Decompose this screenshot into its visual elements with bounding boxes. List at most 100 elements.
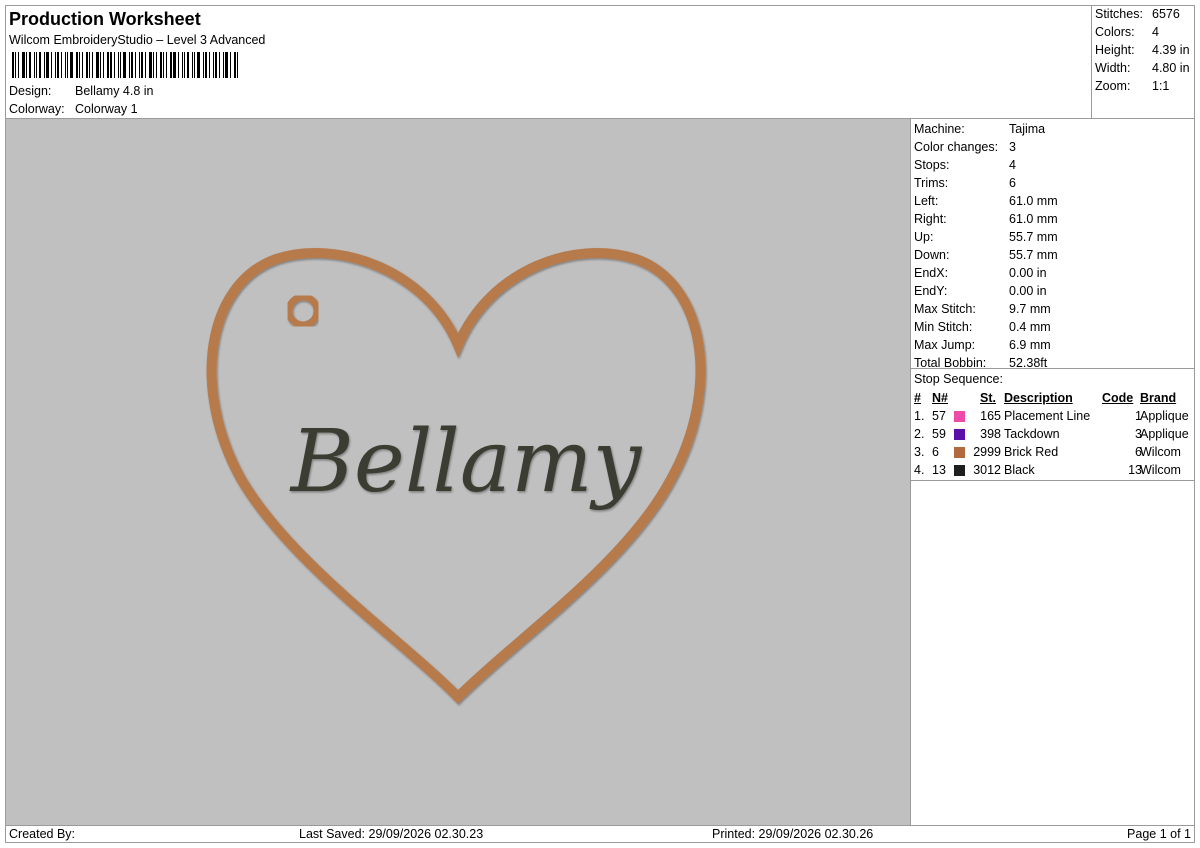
info-value: 0.00 in	[1009, 266, 1047, 280]
info-label: Color changes:	[914, 140, 999, 154]
info-row: Max Jump: 6.9 mm	[914, 338, 1051, 352]
info-label: Min Stitch:	[914, 320, 973, 334]
info-value: 6	[1009, 176, 1016, 190]
barcode-bar	[223, 52, 224, 78]
design-preview: Bellamy	[5, 118, 911, 826]
width-value: 4.80 in	[1152, 61, 1190, 75]
colorway-label: Colorway:	[9, 102, 65, 116]
worksheet: Production Worksheet Wilcom EmbroiderySt…	[5, 5, 1195, 843]
design-artwork: Bellamy	[206, 247, 706, 705]
barcode-bar	[76, 52, 78, 78]
barcode-bar	[110, 52, 112, 78]
info-label: Left:	[914, 194, 939, 208]
barcode-bar	[46, 52, 49, 78]
barcode-bar	[166, 52, 167, 78]
info-label: Stops:	[914, 158, 950, 172]
colors-label: Colors:	[1095, 25, 1135, 39]
barcode-bar	[182, 52, 183, 78]
stop-sequence-title: Stop Sequence:	[914, 372, 1003, 386]
barcode-bar	[55, 52, 56, 78]
barcode-bar	[129, 52, 130, 78]
barcode-bar	[96, 52, 99, 78]
barcode-bar	[39, 52, 41, 78]
color-swatch	[954, 465, 965, 476]
barcode-bar	[135, 52, 136, 78]
created-by: Created By:	[9, 827, 76, 841]
barcode-bar	[92, 52, 93, 78]
info-value: 9.7 mm	[1009, 302, 1051, 316]
hanger-hole-ring	[285, 293, 321, 329]
barcode-bar	[89, 52, 90, 78]
color-swatch	[954, 429, 965, 440]
stop-desc-cell: Placement Line	[1004, 409, 1091, 423]
barcode-bar	[36, 52, 37, 78]
barcode-bar	[107, 52, 109, 78]
stop-brand-cell: Wilcom	[1140, 445, 1181, 459]
stop-brand-cell: Wilcom	[1140, 463, 1181, 477]
info-value: 61.0 mm	[1009, 212, 1058, 226]
colorway-value: Colorway 1	[75, 102, 138, 116]
last-saved: Last Saved: 29/09/2026 02.30.23	[299, 827, 484, 841]
barcode-bar	[57, 52, 59, 78]
page-number: Page 1 of 1	[1127, 827, 1191, 841]
zoom-value: 1:1	[1152, 79, 1170, 93]
barcode-bar	[225, 52, 228, 78]
info-value: 55.7 mm	[1009, 230, 1058, 244]
colorway-row: Colorway: Colorway 1	[9, 102, 138, 116]
barcode-bar	[203, 52, 204, 78]
info-row: Min Stitch: 0.4 mm	[914, 320, 1051, 334]
stop-st-cell: 398	[980, 427, 1001, 441]
barcode-bar	[114, 52, 115, 78]
col-brand-header: Brand	[1140, 391, 1177, 405]
barcode-bar	[139, 52, 140, 78]
software-name: Wilcom EmbroideryStudio – Level 3 Advanc…	[9, 33, 266, 47]
zoom-label: Zoom:	[1095, 79, 1131, 93]
barcode-bar	[44, 52, 45, 78]
notes-panel	[910, 480, 1195, 826]
stop-num-cell: 1.	[914, 409, 925, 423]
info-row: EndY: 0.00 in	[914, 284, 1047, 298]
page-title: Production Worksheet	[9, 9, 201, 29]
stop-brand-cell: Applique	[1140, 427, 1189, 441]
barcode-bar	[205, 52, 207, 78]
col-st-header: St.	[980, 391, 996, 405]
col-code-header: Code	[1102, 391, 1134, 405]
info-row: Machine: Tajima	[914, 122, 1045, 136]
barcode-bar	[100, 52, 101, 78]
barcode-bar	[184, 52, 185, 78]
barcode-bar	[178, 52, 179, 78]
stop-desc-cell: Tackdown	[1004, 427, 1060, 441]
stop-desc-cell: Brick Red	[1004, 445, 1059, 459]
stop-brand-cell: Applique	[1140, 409, 1189, 423]
stop-sequence-panel: Stop Sequence: # N# St. Description Code…	[910, 368, 1195, 481]
info-label: Max Jump:	[914, 338, 976, 352]
col-num-header: #	[914, 391, 921, 405]
info-label: EndY:	[914, 284, 948, 298]
color-swatch	[954, 447, 965, 458]
barcode-bar	[230, 52, 231, 78]
design-label: Design:	[9, 84, 52, 98]
barcode-bar	[22, 52, 25, 78]
barcode-bar	[34, 52, 35, 78]
barcode-bar	[149, 52, 152, 78]
barcode-bar	[215, 52, 217, 78]
barcode-bar	[118, 52, 119, 78]
barcode-bar	[160, 52, 162, 78]
barcode-bar	[15, 52, 16, 78]
info-value: 4	[1009, 158, 1016, 172]
barcode-bar	[192, 52, 193, 78]
barcode-bar	[153, 52, 154, 78]
info-row: Right: 61.0 mm	[914, 212, 1058, 226]
info-value: 6.9 mm	[1009, 338, 1051, 352]
barcode-bar	[103, 52, 104, 78]
stitches-value: 6576	[1152, 7, 1180, 21]
footer: Created By: Last Saved: 29/09/2026 02.30…	[5, 825, 1195, 843]
stop-st-cell: 165	[980, 409, 1001, 423]
barcode-bar	[65, 52, 66, 78]
info-value: 0.00 in	[1009, 284, 1047, 298]
color-swatch	[954, 411, 965, 422]
info-label: EndX:	[914, 266, 949, 280]
stop-desc-cell: Black	[1004, 463, 1035, 477]
stop-num-cell: 2.	[914, 427, 925, 441]
info-row: Up: 55.7 mm	[914, 230, 1058, 244]
